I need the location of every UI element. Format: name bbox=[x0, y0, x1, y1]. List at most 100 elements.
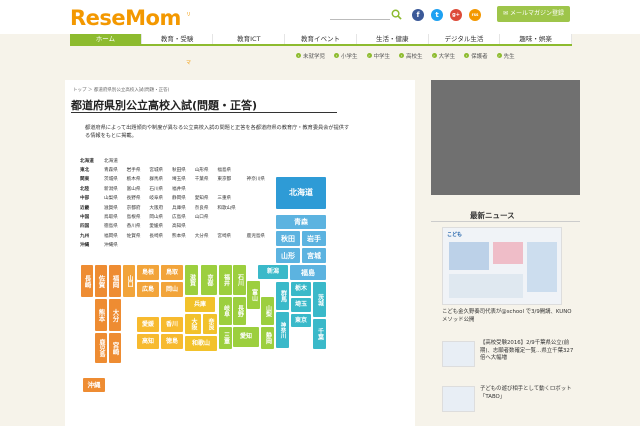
prefecture-link[interactable]: 神奈川県 bbox=[246, 175, 275, 184]
map-chiba[interactable]: 千葉 bbox=[313, 319, 326, 349]
map-wakayama[interactable]: 和歌山 bbox=[185, 336, 217, 351]
map-oita[interactable]: 大分 bbox=[109, 299, 121, 331]
prefecture-link[interactable]: 青森県 bbox=[103, 165, 126, 174]
prefecture-link[interactable]: 大阪府 bbox=[148, 203, 171, 212]
map-iwate[interactable]: 岩手 bbox=[302, 231, 326, 246]
search-input[interactable] bbox=[330, 10, 390, 20]
map-fukui[interactable]: 福井 bbox=[219, 265, 232, 295]
prefecture-link[interactable]: 広島県 bbox=[171, 212, 194, 221]
prefecture-link[interactable]: 滋賀県 bbox=[103, 203, 126, 212]
map-nara[interactable]: 奈良 bbox=[203, 314, 217, 334]
news-thumbnail-1[interactable]: こども bbox=[442, 227, 562, 305]
map-kochi[interactable]: 高知 bbox=[137, 334, 159, 349]
prefecture-link[interactable]: 福島県 bbox=[216, 165, 245, 174]
nav-item-ict[interactable]: 教育ICT bbox=[213, 34, 286, 44]
map-ishikawa[interactable]: 石川 bbox=[233, 265, 246, 295]
map-ehime[interactable]: 愛媛 bbox=[137, 317, 159, 332]
map-aomori[interactable]: 青森 bbox=[276, 215, 326, 229]
prefecture-link[interactable]: 秋田県 bbox=[171, 165, 194, 174]
prefecture-link[interactable]: 佐賀県 bbox=[126, 231, 149, 240]
news-title-1[interactable]: こども金久野奏司代表が@school で3/9開講、KUNOメソッド公開 bbox=[442, 309, 572, 324]
prefecture-link[interactable]: 東京都 bbox=[216, 175, 245, 184]
map-nagano[interactable]: 長野 bbox=[233, 297, 246, 325]
subnav-university[interactable]: › 大学生 bbox=[431, 51, 455, 60]
prefecture-link[interactable]: 鹿児島県 bbox=[246, 231, 275, 240]
map-gunma[interactable]: 群馬 bbox=[276, 282, 289, 310]
prefecture-link[interactable]: 北海道 bbox=[103, 156, 126, 165]
map-saga[interactable]: 佐賀 bbox=[95, 265, 107, 297]
prefecture-link[interactable]: 鳥取県 bbox=[103, 212, 126, 221]
map-yamaguchi[interactable]: 山口 bbox=[123, 265, 135, 297]
news-title-3[interactable]: 子どもの遊び相手として動くロボット「TABO」 bbox=[480, 386, 575, 401]
advertisement[interactable] bbox=[431, 80, 580, 195]
search-icon[interactable] bbox=[391, 9, 402, 20]
map-fukuoka[interactable]: 福岡 bbox=[109, 265, 121, 297]
prefecture-link[interactable]: 奈良県 bbox=[194, 203, 217, 212]
rss-icon[interactable]: rss bbox=[469, 9, 481, 21]
map-fukushima[interactable]: 福島 bbox=[290, 265, 326, 280]
map-okayama[interactable]: 岡山 bbox=[161, 282, 183, 297]
map-kagoshima[interactable]: 鹿児島 bbox=[95, 333, 107, 363]
twitter-icon[interactable]: t bbox=[431, 9, 443, 21]
prefecture-link[interactable]: 香川県 bbox=[126, 222, 149, 231]
prefecture-link[interactable]: 兵庫県 bbox=[171, 203, 194, 212]
prefecture-link[interactable]: 京都府 bbox=[126, 203, 149, 212]
googleplus-icon[interactable]: g+ bbox=[450, 9, 462, 21]
map-nagasaki[interactable]: 長崎 bbox=[81, 265, 93, 297]
map-aichi[interactable]: 愛知 bbox=[233, 327, 259, 347]
subnav-elementary[interactable]: › 小学生 bbox=[334, 51, 358, 60]
prefecture-link[interactable]: 熊本県 bbox=[171, 231, 194, 240]
map-kumamoto[interactable]: 熊本 bbox=[95, 299, 107, 331]
prefecture-link[interactable]: 宮崎県 bbox=[216, 231, 245, 240]
site-logo[interactable]: ResеMom リセマム bbox=[70, 6, 191, 90]
map-miyazaki[interactable]: 宮崎 bbox=[109, 333, 121, 363]
facebook-icon[interactable]: f bbox=[412, 9, 424, 21]
prefecture-link[interactable]: 三重県 bbox=[216, 194, 245, 203]
prefecture-link[interactable]: 大分県 bbox=[194, 231, 217, 240]
breadcrumb[interactable]: トップ ＞ 都道府県別公立高校入試(問題・正答) bbox=[73, 87, 169, 93]
map-tochigi[interactable]: 栃木 bbox=[291, 282, 311, 296]
map-toyama[interactable]: 富山 bbox=[247, 281, 260, 309]
prefecture-link[interactable]: 富山県 bbox=[126, 184, 149, 193]
news-thumbnail-3[interactable] bbox=[442, 386, 475, 412]
prefecture-link[interactable]: 岩手県 bbox=[126, 165, 149, 174]
map-shizuoka[interactable]: 静岡 bbox=[261, 327, 274, 349]
map-tokushima[interactable]: 徳島 bbox=[161, 334, 183, 349]
news-title-2[interactable]: 【高校受験2016】2/9千葉県公立(前期)、志願者数確定一覧…県立千葉327倍… bbox=[480, 340, 575, 363]
prefecture-link[interactable]: 岡山県 bbox=[148, 212, 171, 221]
prefecture-link[interactable]: 愛知県 bbox=[194, 194, 217, 203]
prefecture-link[interactable]: 千葉県 bbox=[194, 175, 217, 184]
news-thumbnail-2[interactable] bbox=[442, 341, 475, 367]
prefecture-link[interactable]: 島根県 bbox=[126, 212, 149, 221]
prefecture-link[interactable]: 新潟県 bbox=[103, 184, 126, 193]
map-ibaraki[interactable]: 茨城 bbox=[313, 282, 326, 317]
map-osaka[interactable]: 大阪 bbox=[185, 314, 201, 334]
subnav-high-school[interactable]: › 高校生 bbox=[399, 51, 423, 60]
prefecture-link[interactable]: 長野県 bbox=[126, 194, 149, 203]
prefecture-link[interactable]: 岐阜県 bbox=[148, 194, 171, 203]
subnav-teachers[interactable]: › 先生 bbox=[496, 51, 515, 60]
prefecture-link[interactable]: 高知県 bbox=[171, 222, 194, 231]
prefecture-link[interactable]: 群馬県 bbox=[148, 175, 171, 184]
map-gifu[interactable]: 岐阜 bbox=[219, 297, 232, 325]
prefecture-link[interactable]: 宮城県 bbox=[148, 165, 171, 174]
prefecture-link[interactable]: 山口県 bbox=[194, 212, 217, 221]
map-tokyo[interactable]: 東京 bbox=[291, 314, 311, 327]
prefecture-link[interactable]: 山梨県 bbox=[103, 194, 126, 203]
nav-item-events[interactable]: 教育イベント bbox=[285, 34, 357, 44]
prefecture-link[interactable]: 福井県 bbox=[171, 184, 194, 193]
map-yamanashi[interactable]: 山梨 bbox=[261, 297, 274, 325]
map-akita[interactable]: 秋田 bbox=[276, 231, 300, 246]
map-niigata[interactable]: 新潟 bbox=[258, 265, 288, 279]
map-miyagi[interactable]: 宮城 bbox=[302, 248, 326, 263]
nav-item-hobby[interactable]: 趣味・娯楽 bbox=[500, 34, 573, 44]
map-tottori[interactable]: 鳥取 bbox=[161, 265, 183, 280]
map-hyogo[interactable]: 兵庫 bbox=[185, 297, 215, 312]
prefecture-link[interactable]: 山形県 bbox=[194, 165, 217, 174]
prefecture-link[interactable]: 埼玉県 bbox=[171, 175, 194, 184]
prefecture-link[interactable]: 静岡県 bbox=[171, 194, 194, 203]
prefecture-link[interactable]: 沖縄県 bbox=[103, 241, 126, 250]
map-shiga[interactable]: 滋賀 bbox=[185, 265, 198, 295]
nav-item-digital[interactable]: デジタル生活 bbox=[429, 34, 501, 44]
map-kagawa[interactable]: 香川 bbox=[161, 317, 183, 332]
